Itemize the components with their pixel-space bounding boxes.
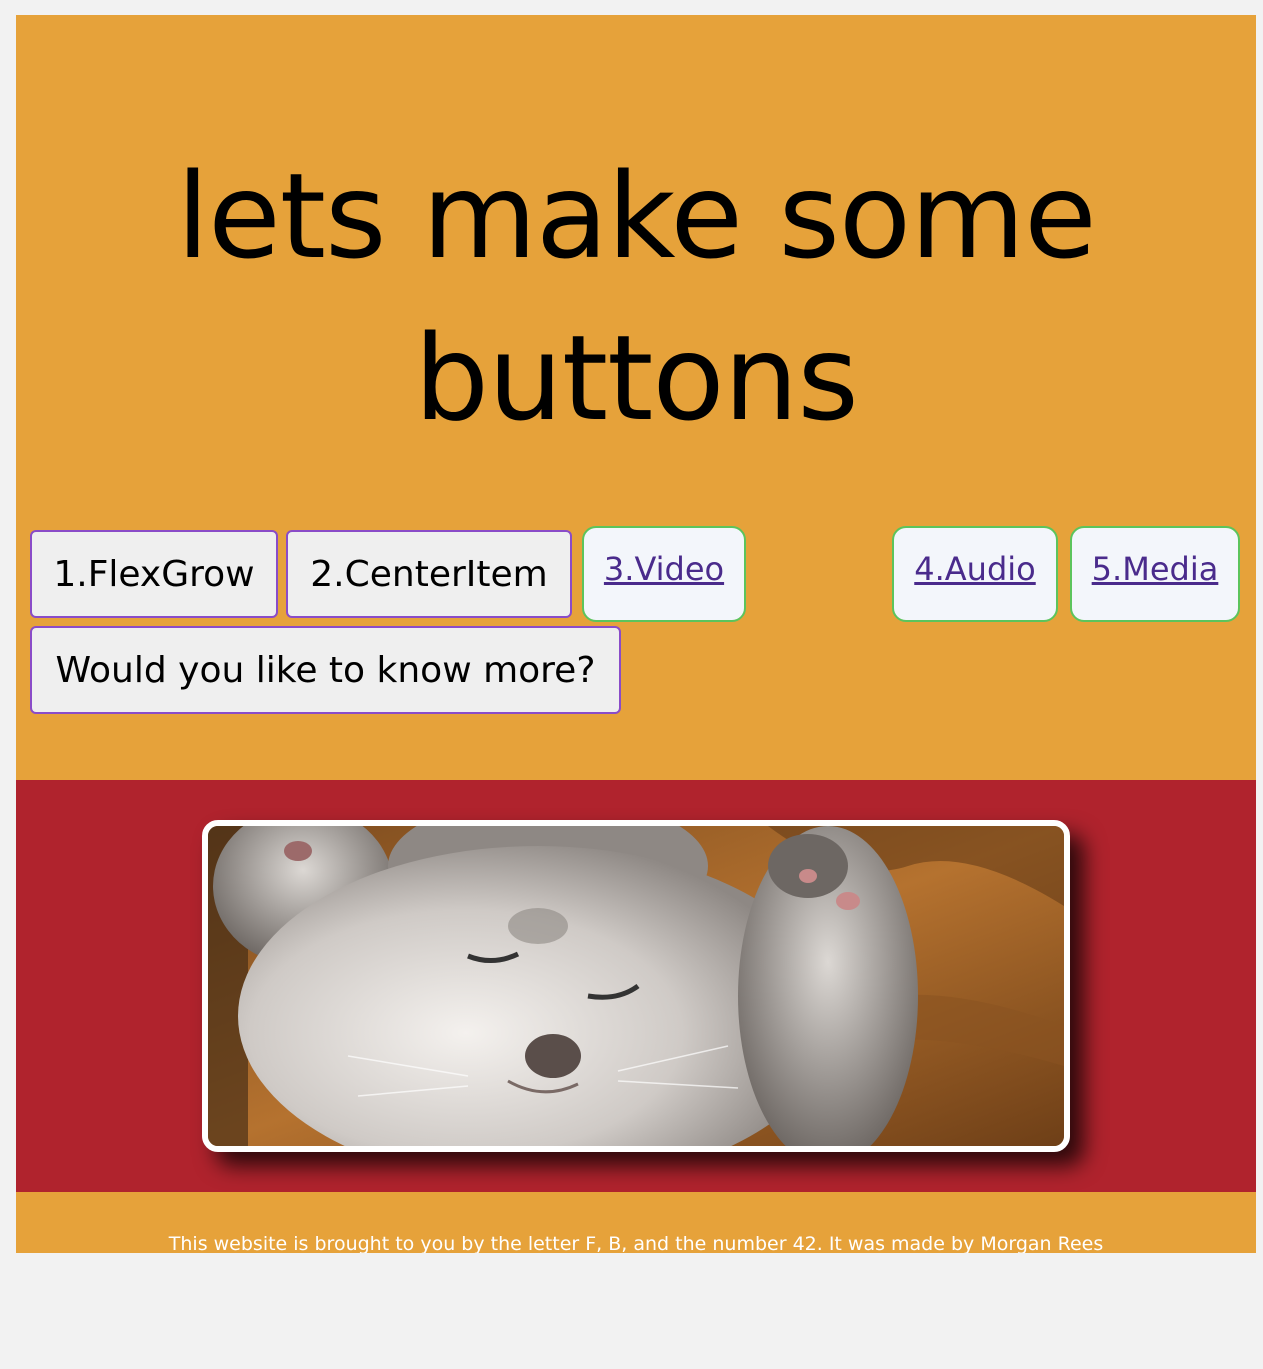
audio-link-button[interactable]: 4.Audio bbox=[892, 526, 1058, 622]
audio-link[interactable]: 4.Audio bbox=[914, 550, 1035, 588]
page: lets make some buttons 1.FlexGrow 2.Cent… bbox=[16, 15, 1256, 1253]
kitten-photo bbox=[202, 820, 1070, 1152]
media-link[interactable]: 5.Media bbox=[1092, 550, 1219, 588]
page-title: lets make some buttons bbox=[16, 135, 1256, 459]
flexgrow-button[interactable]: 1.FlexGrow bbox=[30, 530, 278, 618]
footer-credit: This website is brought to you by the le… bbox=[168, 1233, 1104, 1253]
page-title-line-1: lets make some bbox=[176, 147, 1096, 285]
know-more-button[interactable]: Would you like to know more? bbox=[30, 626, 621, 714]
media-link-button[interactable]: 5.Media bbox=[1070, 526, 1240, 622]
video-link[interactable]: 3.Video bbox=[604, 550, 724, 588]
page-header: lets make some buttons bbox=[16, 135, 1256, 459]
hero-band bbox=[16, 780, 1256, 1192]
centeritem-button[interactable]: 2.CenterItem bbox=[286, 530, 572, 618]
video-link-button[interactable]: 3.Video bbox=[582, 526, 746, 622]
page-title-line-2: buttons bbox=[414, 309, 859, 447]
kitten-image bbox=[208, 826, 1064, 1146]
